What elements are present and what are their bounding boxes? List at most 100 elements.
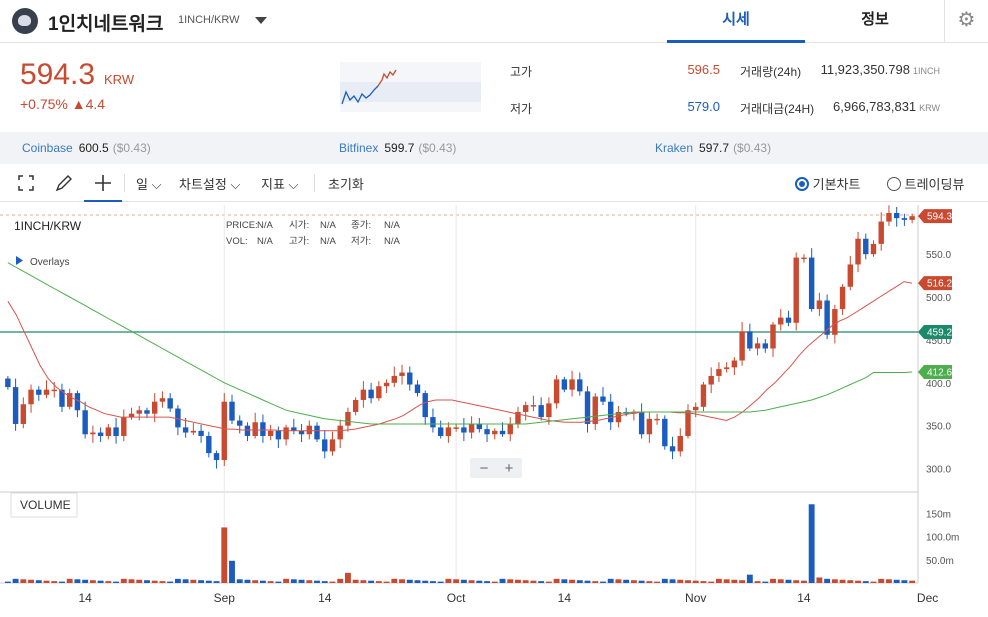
candle-body bbox=[886, 213, 892, 222]
x-tick-label: Sep bbox=[214, 591, 236, 605]
volume-bar bbox=[607, 578, 614, 583]
volume-bar bbox=[174, 578, 181, 583]
candle-body bbox=[484, 429, 490, 435]
candle-body bbox=[522, 405, 529, 412]
candle-body bbox=[229, 401, 235, 421]
tab-info[interactable]: 정보 bbox=[806, 0, 944, 43]
price-currency: KRW bbox=[104, 72, 135, 87]
volume-bar bbox=[275, 581, 282, 583]
volume-bar bbox=[507, 579, 514, 583]
volume-bar bbox=[182, 579, 189, 583]
volume-bar bbox=[746, 574, 753, 583]
y-tick-label: 500.0 bbox=[926, 293, 951, 304]
price-chart[interactable]: 14 Sep 14 Oct 14 Nov 14 Dec550.0500.0450.0400.0… bbox=[0, 205, 988, 615]
volume-bar bbox=[785, 579, 792, 583]
legend-item: 저가: bbox=[351, 236, 371, 247]
volume-bar bbox=[847, 580, 854, 583]
volume-bar bbox=[692, 580, 699, 583]
y-tick-label: 300.0 bbox=[926, 465, 951, 476]
volume-bar bbox=[793, 580, 800, 583]
reset-button[interactable]: 초기화 bbox=[328, 174, 364, 193]
chevron-down-icon[interactable] bbox=[255, 17, 267, 24]
sparkline-range bbox=[340, 82, 481, 102]
volume-bar bbox=[476, 580, 483, 583]
candle-body bbox=[577, 379, 583, 392]
volume-bar bbox=[422, 580, 429, 583]
candle-body bbox=[499, 430, 506, 435]
candle-body bbox=[870, 243, 877, 255]
candle-body bbox=[213, 453, 220, 460]
period-select[interactable]: 일 ⌵ bbox=[136, 174, 161, 193]
volume-bar bbox=[74, 579, 81, 583]
candle-body bbox=[337, 425, 343, 440]
amount-value: 6,966,783,831 KRW bbox=[770, 99, 940, 114]
candle-body bbox=[221, 401, 227, 460]
exchange-bitfinex[interactable]: Bitfinex 599.7 ($0.43) bbox=[339, 141, 456, 155]
pencil-icon[interactable] bbox=[55, 174, 75, 192]
volume-bar bbox=[491, 581, 498, 583]
volume-bar bbox=[739, 580, 746, 583]
ma-fast-line bbox=[7, 281, 913, 432]
volume-bar bbox=[213, 581, 220, 583]
candle-body bbox=[298, 430, 305, 435]
volume-bar bbox=[290, 579, 297, 583]
volume-bar bbox=[576, 580, 583, 583]
candle-body bbox=[901, 218, 908, 220]
volume-bar bbox=[20, 579, 27, 583]
zoom-out-icon: − bbox=[480, 460, 489, 477]
radio-basic-chart[interactable]: 기본차트 bbox=[795, 174, 860, 193]
candle-body bbox=[461, 427, 467, 433]
volume-bar bbox=[12, 578, 19, 583]
candle-body bbox=[677, 435, 683, 452]
volume-bar bbox=[623, 579, 630, 583]
volume-bar bbox=[128, 579, 135, 583]
exchange-kraken[interactable]: Kraken 597.7 ($0.43) bbox=[655, 141, 771, 155]
coin-pair: 1INCH/KRW bbox=[178, 14, 240, 26]
volume-bar bbox=[646, 581, 653, 583]
volume-bars bbox=[4, 504, 916, 583]
candle-body bbox=[669, 446, 676, 452]
volume-bar bbox=[615, 579, 622, 583]
volume-bar bbox=[259, 580, 266, 583]
chart-settings-menu[interactable]: 차트설정 ⌵ bbox=[179, 174, 240, 193]
candle-body bbox=[399, 372, 405, 376]
candle-body bbox=[662, 418, 668, 447]
candle-body bbox=[51, 389, 57, 392]
candle-body bbox=[855, 238, 861, 265]
volume-bar bbox=[816, 577, 823, 583]
volume-bar bbox=[391, 578, 398, 583]
x-tick-label: Dec bbox=[917, 591, 938, 605]
volume-bar bbox=[592, 581, 599, 583]
volume-bar bbox=[685, 580, 691, 583]
candle-body bbox=[237, 420, 243, 426]
volume-bar bbox=[120, 578, 127, 583]
high-value: 596.5 bbox=[687, 62, 720, 77]
volume-bar bbox=[731, 579, 738, 583]
candle-body bbox=[592, 396, 598, 424]
volume-bar bbox=[89, 580, 96, 583]
volume-bar bbox=[901, 580, 908, 583]
candle-body bbox=[793, 257, 799, 323]
tab-price[interactable]: 시세 bbox=[667, 0, 805, 43]
candle-body bbox=[144, 410, 150, 414]
candle-body bbox=[693, 406, 699, 411]
candle-body bbox=[329, 439, 336, 452]
volume-bar bbox=[406, 579, 413, 583]
candle-body bbox=[121, 417, 127, 436]
header: 1인치네트워크 1INCH/KRW 시세 정보 ⚙ bbox=[0, 0, 988, 43]
volume-bar bbox=[878, 578, 885, 583]
volume-bar bbox=[159, 581, 166, 583]
candle-body bbox=[306, 425, 312, 435]
price-badge-label: 412.6 bbox=[927, 367, 952, 378]
indicators-menu[interactable]: 지표 ⌵ bbox=[261, 174, 298, 193]
exchange-coinbase[interactable]: Coinbase 600.5 ($0.43) bbox=[22, 141, 151, 155]
radio-tradingview[interactable]: 트레이딩뷰 bbox=[887, 174, 964, 193]
price-badge-label: 516.2 bbox=[927, 279, 952, 290]
volume-bar bbox=[468, 580, 475, 583]
x-tick-label: 14 bbox=[797, 591, 811, 605]
volume-bar bbox=[283, 578, 290, 583]
gear-icon[interactable]: ⚙ bbox=[944, 0, 988, 43]
candle-body bbox=[492, 430, 498, 435]
fullscreen-icon[interactable] bbox=[18, 175, 34, 191]
crosshair-tool[interactable] bbox=[84, 170, 122, 202]
